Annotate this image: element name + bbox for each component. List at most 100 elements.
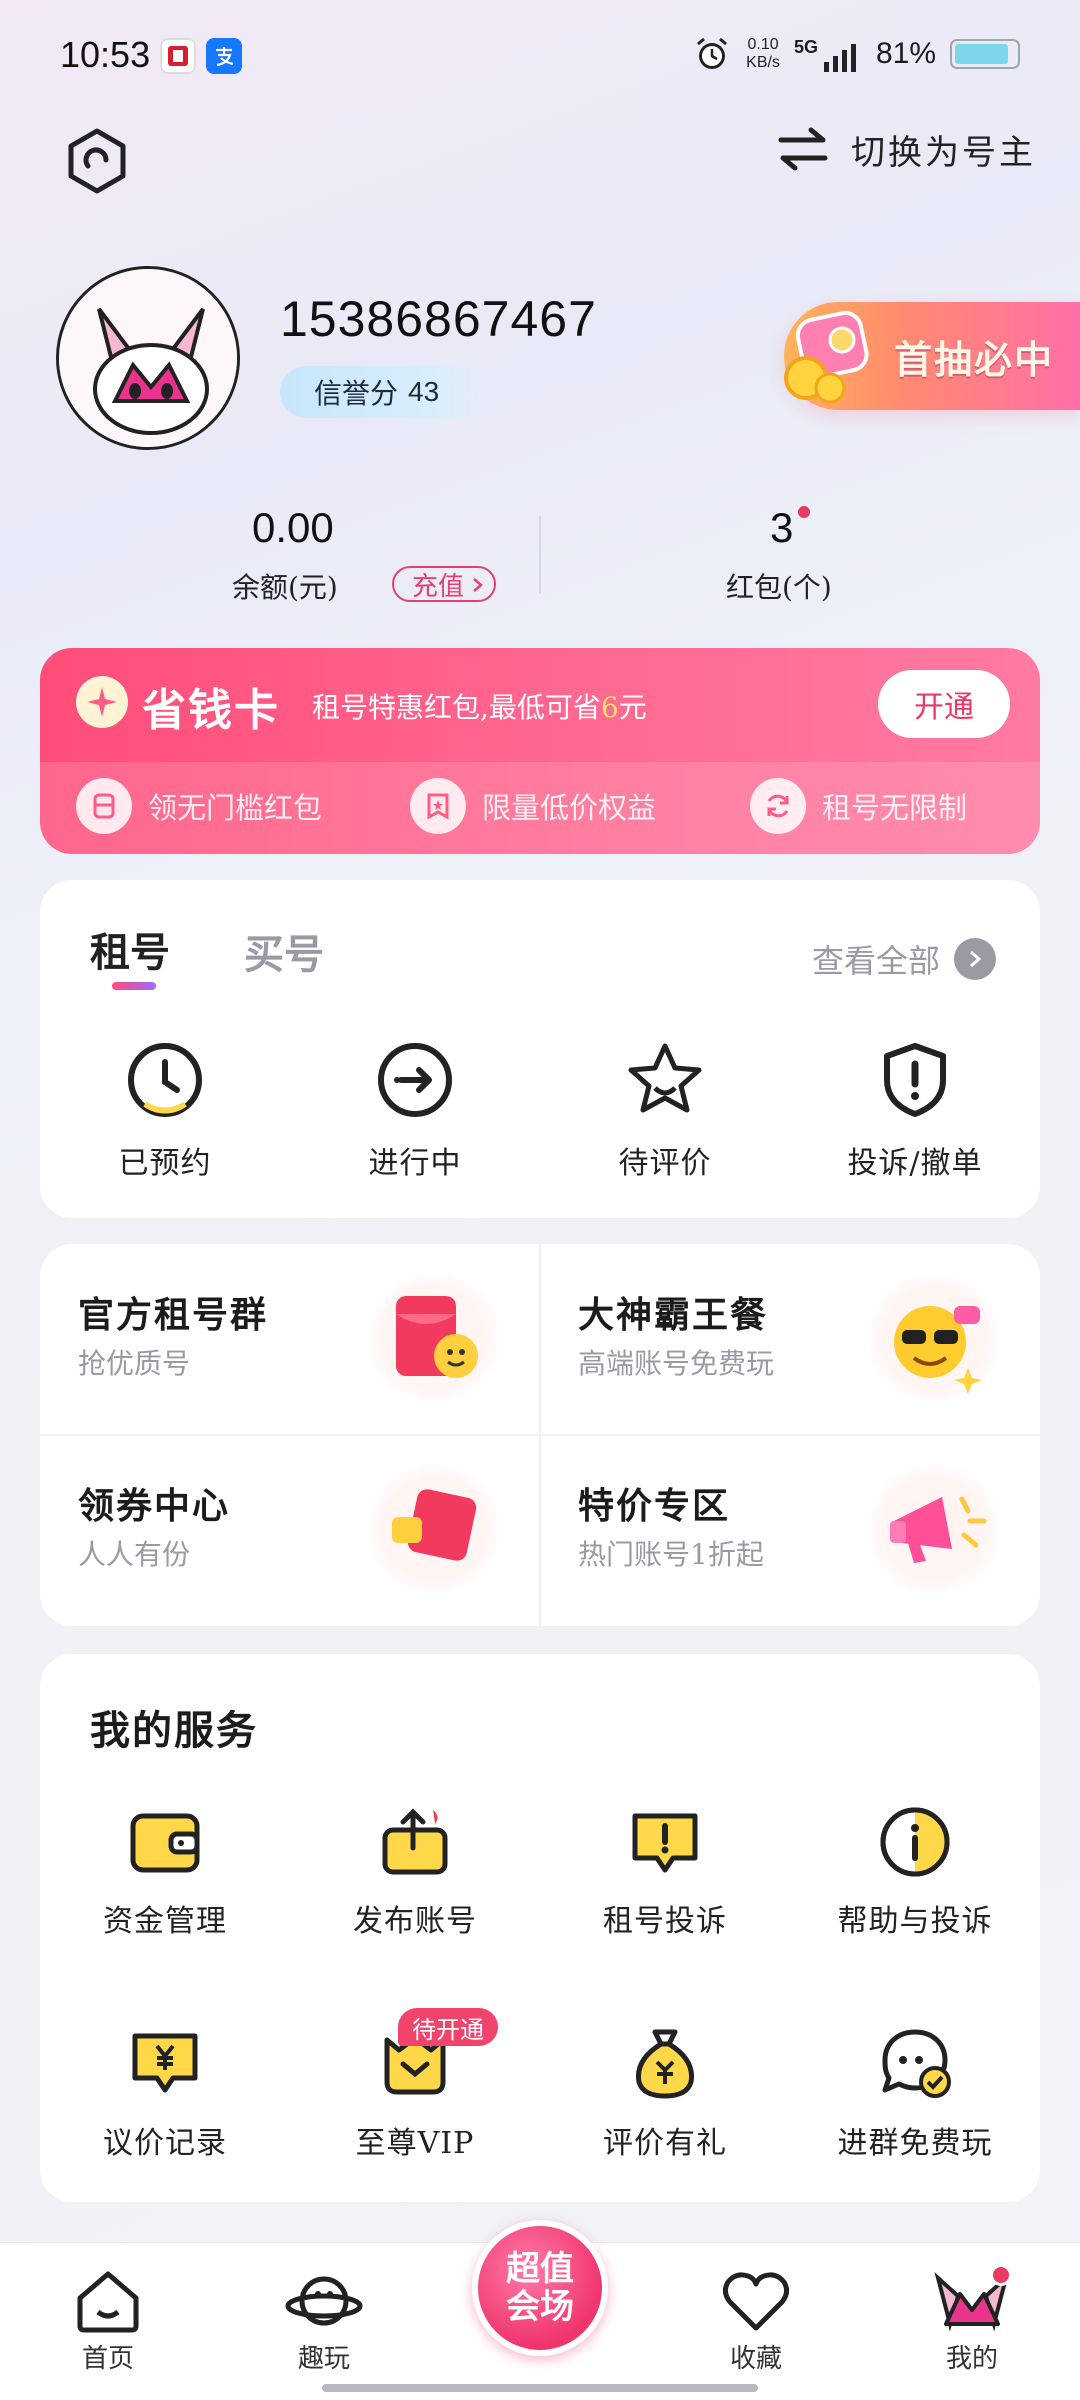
avatar[interactable]	[56, 266, 240, 450]
grid-official-group-title: 官方租号群	[78, 1294, 269, 1336]
nav-deals-center-button[interactable]: 超值 会场	[472, 2220, 608, 2356]
nav-fun[interactable]: 趣玩	[254, 2268, 394, 2375]
credit-score-label: 信誉分	[314, 377, 399, 410]
grid-special-price-subtitle: 热门账号1折起	[578, 1538, 764, 1571]
kfc-app-icon	[160, 38, 196, 74]
star-smile-icon	[628, 1043, 702, 1113]
service-review-gift[interactable]: 评价有礼	[540, 2024, 790, 2162]
balance-value[interactable]: 0.00	[252, 504, 334, 552]
redpacket-count[interactable]: 3	[770, 504, 793, 552]
gift-coin-icon	[784, 310, 869, 404]
order-pending-review[interactable]: 待评价	[540, 1040, 790, 1182]
shield-alert-icon	[884, 1043, 946, 1117]
chevron-right-icon	[473, 578, 483, 592]
service-help[interactable]: 帮助与投诉	[790, 1802, 1040, 1940]
nav-home[interactable]: 首页	[38, 2268, 178, 2375]
order-reserved-label: 已预约	[118, 1146, 212, 1181]
feature-grid-card: 官方租号群 抢优质号 大神霸王餐 高端账号免费玩 领券中心 人人有份 特价专区 …	[40, 1244, 1040, 1626]
deals-line2: 会场	[506, 2287, 574, 2327]
service-review-gift-label: 评价有礼	[603, 2126, 727, 2161]
savings-card[interactable]: 省钱卡 租号特惠红包,最低可省6元 开通 领无门槛红包 限量低价权益 租号无限制	[40, 648, 1040, 854]
grid-official-group-subtitle: 抢优质号	[78, 1347, 191, 1380]
first-draw-promo-banner[interactable]: 首抽必中	[784, 302, 1080, 410]
red-envelope-smile-icon	[368, 1272, 500, 1404]
grid-official-group[interactable]: 官方租号群 抢优质号	[40, 1244, 540, 1435]
alarm-icon	[697, 37, 728, 69]
coupon-wallet-icon	[368, 1463, 500, 1595]
yuan-message-icon	[132, 2033, 198, 2093]
credit-score-badge[interactable]: 信誉分 43	[280, 366, 484, 418]
open-savings-card-button[interactable]: 开通	[878, 670, 1010, 738]
home-icon	[77, 2271, 139, 2333]
coupon-icon	[76, 778, 132, 834]
net-speed: 0.10 KB/s	[746, 36, 780, 71]
grid-special-price-title: 特价专区	[578, 1485, 731, 1527]
service-help-label: 帮助与投诉	[837, 1904, 993, 1939]
signal-indicator: 5G	[794, 37, 862, 72]
service-fund-management[interactable]: 资金管理	[40, 1802, 290, 1940]
nav-home-label: 首页	[81, 2344, 134, 2374]
recharge-label: 充值	[412, 571, 465, 602]
first-draw-promo-text: 首抽必中	[894, 337, 1055, 382]
alert-message-icon	[632, 1813, 698, 1873]
arrow-circle-icon	[378, 1043, 452, 1117]
credit-score-value: 43	[408, 376, 440, 407]
view-all-orders-button[interactable]: 查看全部	[812, 936, 996, 982]
signal-icon	[823, 43, 856, 72]
refresh-icon	[750, 778, 806, 834]
order-complaint-label: 投诉/撤单	[847, 1146, 983, 1181]
tab-rent-indicator	[112, 982, 156, 990]
grid-special-price[interactable]: 特价专区 热门账号1折起	[540, 1435, 1040, 1626]
nav-favorites-label: 收藏	[729, 2344, 782, 2374]
home-indicator[interactable]	[322, 2384, 758, 2392]
service-rent-complaint-label: 租号投诉	[603, 1904, 727, 1939]
tab-buy[interactable]: 买号	[244, 922, 324, 980]
money-bag-icon	[635, 2029, 695, 2099]
switch-arrows-icon	[778, 127, 828, 171]
user-phone-number: 15386867467	[280, 291, 597, 347]
heart-icon	[722, 2272, 790, 2331]
battery-percent: 81%	[875, 37, 936, 70]
chat-check-icon	[882, 2029, 951, 2098]
benefit-coupon: 领无门槛红包	[76, 778, 322, 834]
badge-star-icon	[410, 778, 466, 834]
wallet-divider	[539, 516, 541, 594]
deals-line1: 超值	[506, 2249, 574, 2289]
tab-rent[interactable]: 租号	[90, 920, 170, 978]
sunglasses-emoji-icon	[868, 1272, 1000, 1404]
grid-coupon-center[interactable]: 领券中心 人人有份	[40, 1435, 540, 1626]
switch-role-label: 切换为号主	[851, 132, 1036, 173]
order-reserved[interactable]: 已预约	[40, 1040, 290, 1182]
recharge-button[interactable]: 充值	[392, 566, 497, 602]
order-complaint[interactable]: 投诉/撤单	[790, 1040, 1040, 1182]
order-in-progress[interactable]: 进行中	[290, 1040, 540, 1182]
service-rent-complaint[interactable]: 租号投诉	[540, 1802, 790, 1940]
status-time: 10:53	[60, 34, 151, 75]
mascot-avatar-image	[59, 269, 237, 447]
nav-favorites[interactable]: 收藏	[686, 2268, 826, 2375]
service-fund-management-label: 资金管理	[103, 1904, 227, 1939]
nav-mine-label: 我的	[945, 2344, 998, 2374]
nav-mine[interactable]: 我的	[902, 2268, 1042, 2375]
grid-coupon-center-title: 领券中心	[78, 1485, 231, 1527]
order-in-progress-label: 进行中	[368, 1146, 462, 1181]
switch-role-button[interactable]: 切换为号主	[775, 124, 1036, 174]
settings-button[interactable]	[62, 126, 132, 196]
service-join-group-label: 进群免费玩	[837, 2126, 993, 2161]
service-bargain-history[interactable]: 议价记录	[40, 2024, 290, 2162]
wallet-icon	[130, 1813, 200, 1873]
nav-fun-label: 趣玩	[297, 2344, 350, 2374]
status-right-group: 0.10 KB/s 5G 81%	[692, 34, 1020, 74]
savings-card-desc: 租号特惠红包,最低可省6元	[312, 691, 647, 724]
battery-icon	[950, 39, 1020, 69]
planet-icon	[285, 2276, 363, 2326]
nav-mine-notification-dot	[990, 2264, 1012, 2286]
chevron-right-icon	[954, 938, 996, 980]
grid-free-meal[interactable]: 大神霸王餐 高端账号免费玩	[540, 1244, 1040, 1435]
service-publish-account[interactable]: 发布账号	[290, 1802, 540, 1940]
redpacket-label: 红包(个)	[726, 571, 832, 604]
balance-label: 余额(元)	[232, 571, 338, 604]
view-all-label: 查看全部	[811, 942, 940, 980]
clock-icon	[128, 1043, 202, 1117]
service-join-group[interactable]: 进群免费玩	[790, 2024, 1040, 2162]
